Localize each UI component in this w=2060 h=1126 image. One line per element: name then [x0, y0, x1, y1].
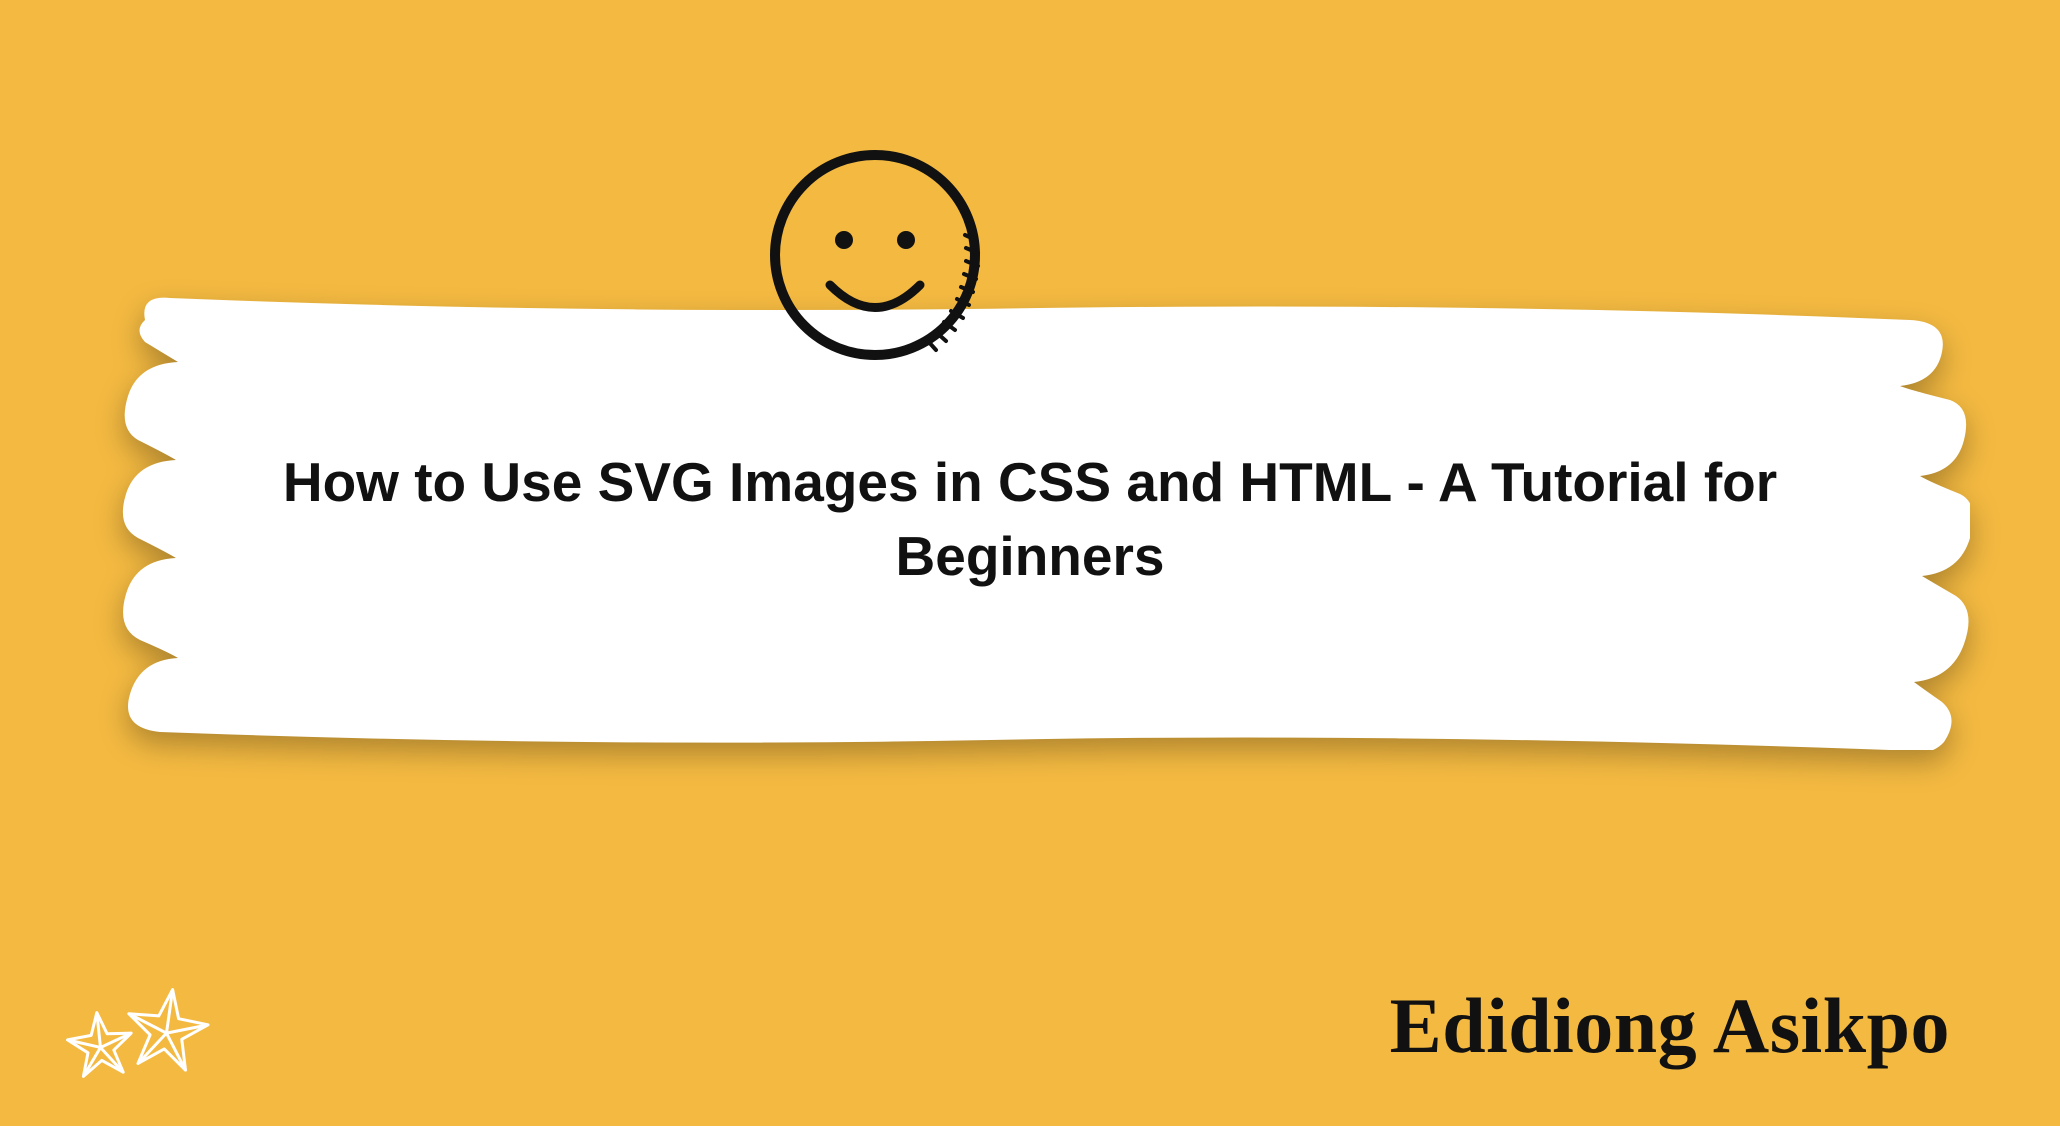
author-name: Edidiong Asikpo [1390, 981, 1950, 1071]
stars-svg [55, 976, 225, 1086]
smiley-svg [760, 140, 990, 370]
smiley-icon [760, 140, 990, 370]
article-title: How to Use SVG Images in CSS and HTML - … [250, 445, 1810, 594]
stars-decoration [55, 976, 225, 1086]
